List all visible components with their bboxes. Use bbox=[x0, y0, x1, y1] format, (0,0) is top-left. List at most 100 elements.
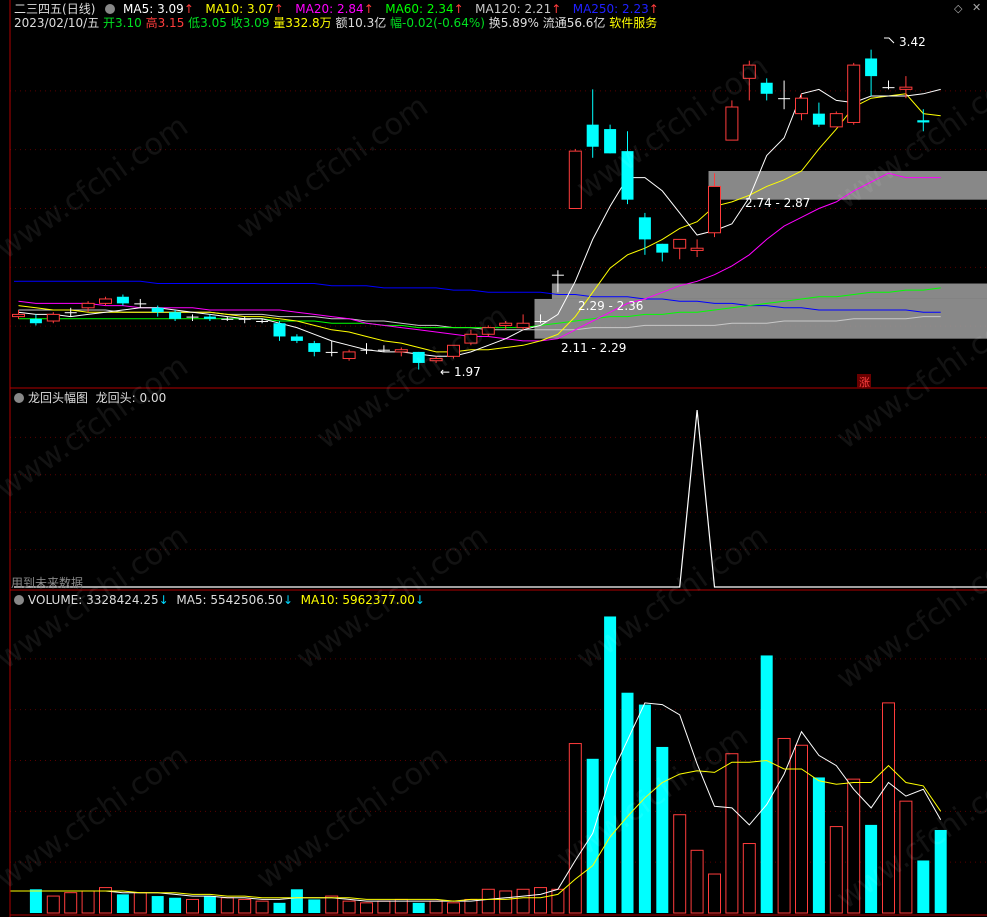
indicator-line bbox=[14, 409, 987, 588]
candle-body bbox=[865, 58, 878, 77]
volume-bar bbox=[169, 897, 182, 913]
candle-body bbox=[429, 358, 443, 362]
volume-bar bbox=[360, 902, 373, 914]
indicator-value: 龙回头: 0.00 bbox=[95, 391, 167, 405]
volume-bar bbox=[917, 860, 930, 913]
volume-bar bbox=[795, 744, 808, 914]
volume-bar bbox=[412, 902, 425, 913]
candle-body bbox=[673, 238, 687, 249]
ma250-label: MA250: 2.23↑ bbox=[572, 2, 659, 16]
low-label: 低3.05 bbox=[188, 16, 227, 30]
candle-body bbox=[499, 322, 513, 326]
volume-bar bbox=[760, 655, 773, 913]
volume-bar bbox=[116, 894, 129, 913]
candle-body bbox=[12, 313, 25, 318]
candle-body bbox=[81, 302, 95, 309]
volume-bar bbox=[308, 899, 321, 913]
candle-body bbox=[690, 247, 704, 251]
candle-body bbox=[534, 321, 547, 323]
open-label: 开3.10 bbox=[103, 16, 142, 30]
candle-body bbox=[847, 64, 861, 123]
candle-body bbox=[169, 312, 182, 319]
volume-bar bbox=[568, 743, 582, 914]
ma60-label: MA60: 2.34↑ bbox=[385, 2, 464, 16]
chart-stage: 3.42 1.97 ← 2.74 - 2.87 2.29 - 2.36 2.11… bbox=[9, 0, 987, 917]
candle-body bbox=[186, 316, 199, 318]
volume-bar bbox=[534, 887, 547, 914]
candle-body bbox=[917, 120, 930, 123]
volume-bar bbox=[203, 896, 216, 913]
volume-bar bbox=[742, 843, 756, 914]
settings-diamond-icon[interactable]: ◇ bbox=[954, 2, 962, 15]
volume-bar bbox=[725, 753, 739, 914]
candle-body bbox=[377, 349, 390, 351]
date-label: 2023/02/10/五 bbox=[14, 16, 100, 30]
volume-header: VOLUME: 3328424.25↓ MA5: 5542506.50↓ MA1… bbox=[14, 593, 425, 607]
candle-body bbox=[551, 274, 564, 276]
zone1-label: 2.74 - 2.87 bbox=[745, 196, 810, 210]
candle-body bbox=[221, 318, 234, 320]
turnover-label: 换5.89% bbox=[488, 16, 539, 30]
panel-collapse-icon[interactable] bbox=[14, 393, 24, 403]
candle-body bbox=[360, 349, 373, 351]
grid-lines bbox=[10, 90, 987, 863]
indicator-footnote: 用到未来数据 bbox=[11, 576, 84, 590]
volume-bar bbox=[882, 702, 895, 914]
amount-label: 额10.3亿 bbox=[335, 16, 387, 30]
volume-value: VOLUME: 3328424.25↓ bbox=[28, 593, 169, 607]
candle-body bbox=[29, 318, 42, 324]
panel-collapse-icon[interactable] bbox=[14, 595, 24, 605]
candle-body bbox=[238, 318, 251, 320]
volume-bar bbox=[377, 900, 391, 914]
high-price-label: 3.42 bbox=[899, 35, 926, 49]
close-icon[interactable]: ✕ bbox=[972, 1, 981, 14]
candle-body bbox=[99, 298, 112, 304]
panel-collapse-icon[interactable] bbox=[105, 4, 116, 14]
quote-line: 2023/02/10/五 开3.10 高3.15 低3.05 收3.09 量33… bbox=[14, 16, 657, 30]
ma10-label: MA10: 3.07↑ bbox=[205, 2, 284, 16]
candle-body bbox=[882, 87, 895, 89]
candle-body bbox=[464, 333, 478, 344]
volume-bar bbox=[690, 849, 704, 914]
stock-name: 二三四五 bbox=[14, 2, 63, 16]
candle-body bbox=[638, 217, 651, 240]
candle-body bbox=[708, 185, 721, 234]
volume-ma5-value: MA5: 5542506.50↓ bbox=[176, 593, 293, 607]
zone3-label: 2.11 - 2.29 bbox=[561, 341, 626, 355]
volume-bar bbox=[812, 777, 825, 913]
high-label: 高3.15 bbox=[145, 16, 185, 30]
candle-body bbox=[412, 351, 425, 363]
volume-bar bbox=[220, 897, 234, 914]
ma20-label: MA20: 2.84↑ bbox=[295, 2, 374, 16]
candle-body bbox=[290, 336, 303, 341]
price-header: 二三四五(日线) MA5: 3.09↑ MA10: 3.07↑ MA20: 2.… bbox=[14, 2, 659, 16]
volume-bars bbox=[29, 616, 947, 914]
candle-body bbox=[812, 113, 825, 125]
volume-bar bbox=[865, 824, 878, 913]
candle-body bbox=[256, 321, 269, 323]
candle-body bbox=[325, 351, 338, 353]
volume-bar bbox=[673, 814, 687, 914]
volume-bar bbox=[429, 900, 443, 914]
volume-bar bbox=[499, 890, 513, 914]
candle-body bbox=[134, 303, 147, 305]
volume-bar bbox=[29, 889, 42, 913]
volume-bar bbox=[638, 704, 651, 913]
low-arrow: ← bbox=[440, 365, 450, 379]
volume-bar bbox=[255, 900, 269, 914]
change-label: 幅-0.02(-0.64%) bbox=[390, 16, 485, 30]
high-price-pointer bbox=[884, 37, 895, 44]
candle-body bbox=[394, 349, 408, 353]
volume-bar bbox=[447, 902, 460, 914]
close-label: 收3.09 bbox=[230, 16, 270, 30]
volume-ma10-value: MA10: 5962377.00↓ bbox=[300, 593, 425, 607]
candle-body bbox=[568, 150, 582, 209]
volume-bar bbox=[186, 898, 199, 914]
float-cap-label: 流通56.6亿 bbox=[542, 16, 606, 30]
volume-bar bbox=[46, 895, 60, 914]
candle-body bbox=[308, 343, 321, 352]
volume-bar bbox=[899, 800, 913, 914]
volume-bar bbox=[621, 692, 634, 913]
candle-body bbox=[481, 327, 495, 335]
low-price-label: 1.97 bbox=[454, 365, 481, 379]
